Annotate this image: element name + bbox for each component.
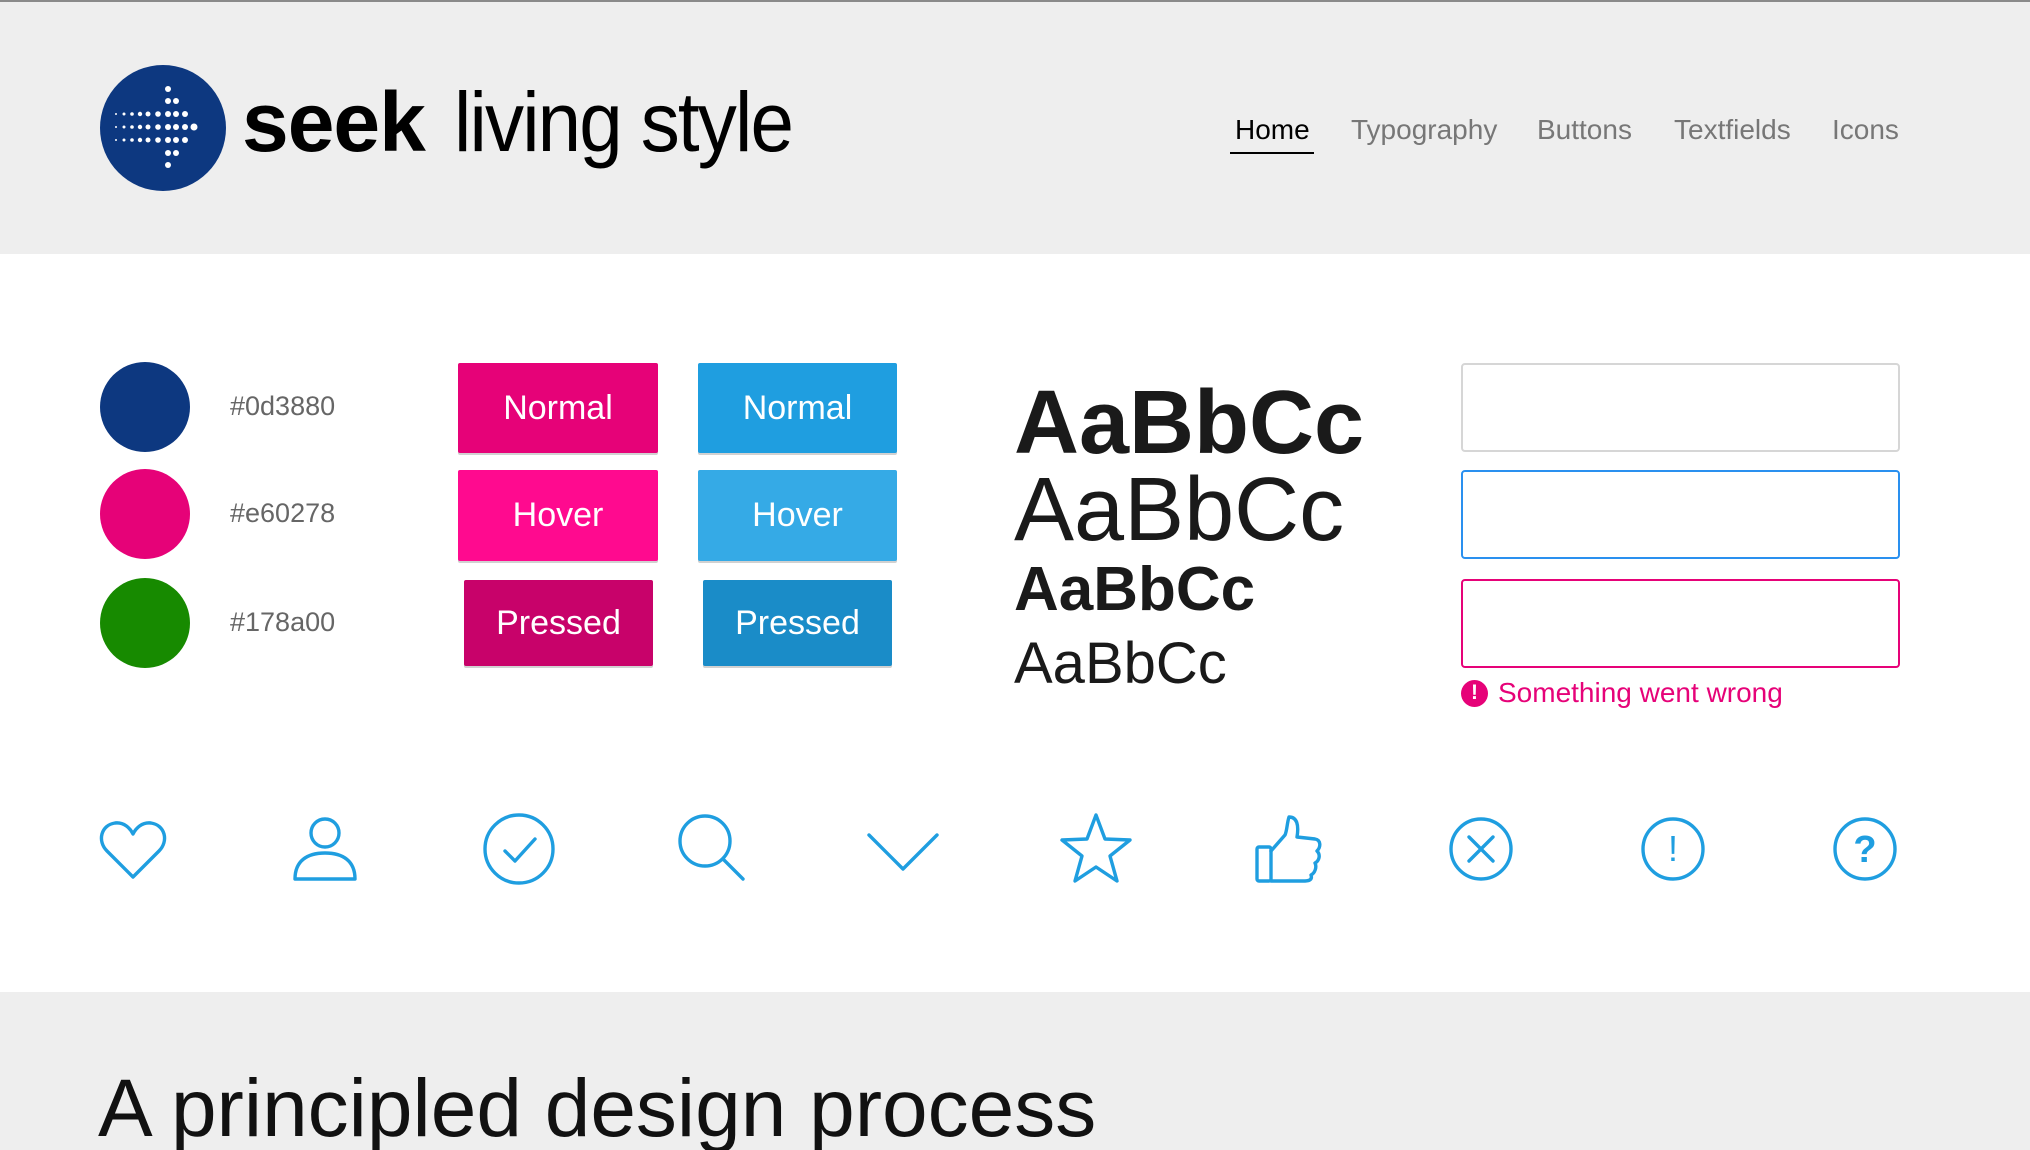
user-icon [287,811,363,887]
chevron-down-icon [865,811,941,887]
heart-icon [95,811,171,887]
nav-typography[interactable]: Typography [1351,114,1497,146]
color-swatch-navy [100,362,190,452]
alert-glyph: ! [1668,828,1678,869]
header: seek living style Home Typography Button… [0,2,2030,254]
type-sample-body-bold: AaBbCc [1014,555,1256,624]
blue-button-normal[interactable]: Normal [698,363,897,453]
alert-circle-icon: ! [1635,811,1711,887]
textfield-focused[interactable] [1461,470,1900,559]
pink-button-normal[interactable]: Normal [458,363,658,453]
nav-buttons[interactable]: Buttons [1537,114,1632,146]
color-swatch-green [100,578,190,668]
color-hex-pink: #e60278 [230,498,336,528]
star-icon [1058,811,1134,887]
error-icon: ! [1461,679,1488,707]
pink-button-hover[interactable]: Hover [458,470,658,561]
check-circle-icon [481,811,557,887]
color-hex-green: #178a00 [230,607,336,637]
nav-icons[interactable]: Icons [1832,114,1899,146]
brand-subtitle: living style [454,75,794,169]
pink-button-pressed[interactable]: Pressed [464,580,653,666]
color-hex-navy: #0d3880 [230,391,336,421]
blue-button-hover[interactable]: Hover [698,470,897,561]
close-circle-icon[interactable] [1443,811,1519,887]
color-swatch-pink [100,469,190,559]
textfield-error-message: ! Something went wrong [1461,677,1783,709]
thumbs-up-icon [1251,811,1327,887]
brand-name: seek [242,75,426,169]
nav-active-underline [1230,152,1314,154]
section-heading: A principled design process [98,1063,1097,1150]
type-sample-heading-regular: AaBbCc [1014,460,1345,560]
textfield-error[interactable] [1461,579,1900,668]
error-text: Something went wrong [1498,677,1783,708]
search-icon [673,811,749,887]
help-circle-icon[interactable]: ? [1827,811,1903,887]
help-glyph: ? [1853,829,1876,871]
nav-textfields[interactable]: Textfields [1674,114,1791,146]
seek-logo-icon[interactable] [100,65,226,191]
principles-section: A principled design process [0,992,2030,1150]
blue-button-pressed[interactable]: Pressed [703,580,892,666]
nav-home[interactable]: Home [1235,114,1310,146]
type-sample-body-regular: AaBbCc [1014,631,1227,696]
textfield-default[interactable] [1461,363,1900,452]
